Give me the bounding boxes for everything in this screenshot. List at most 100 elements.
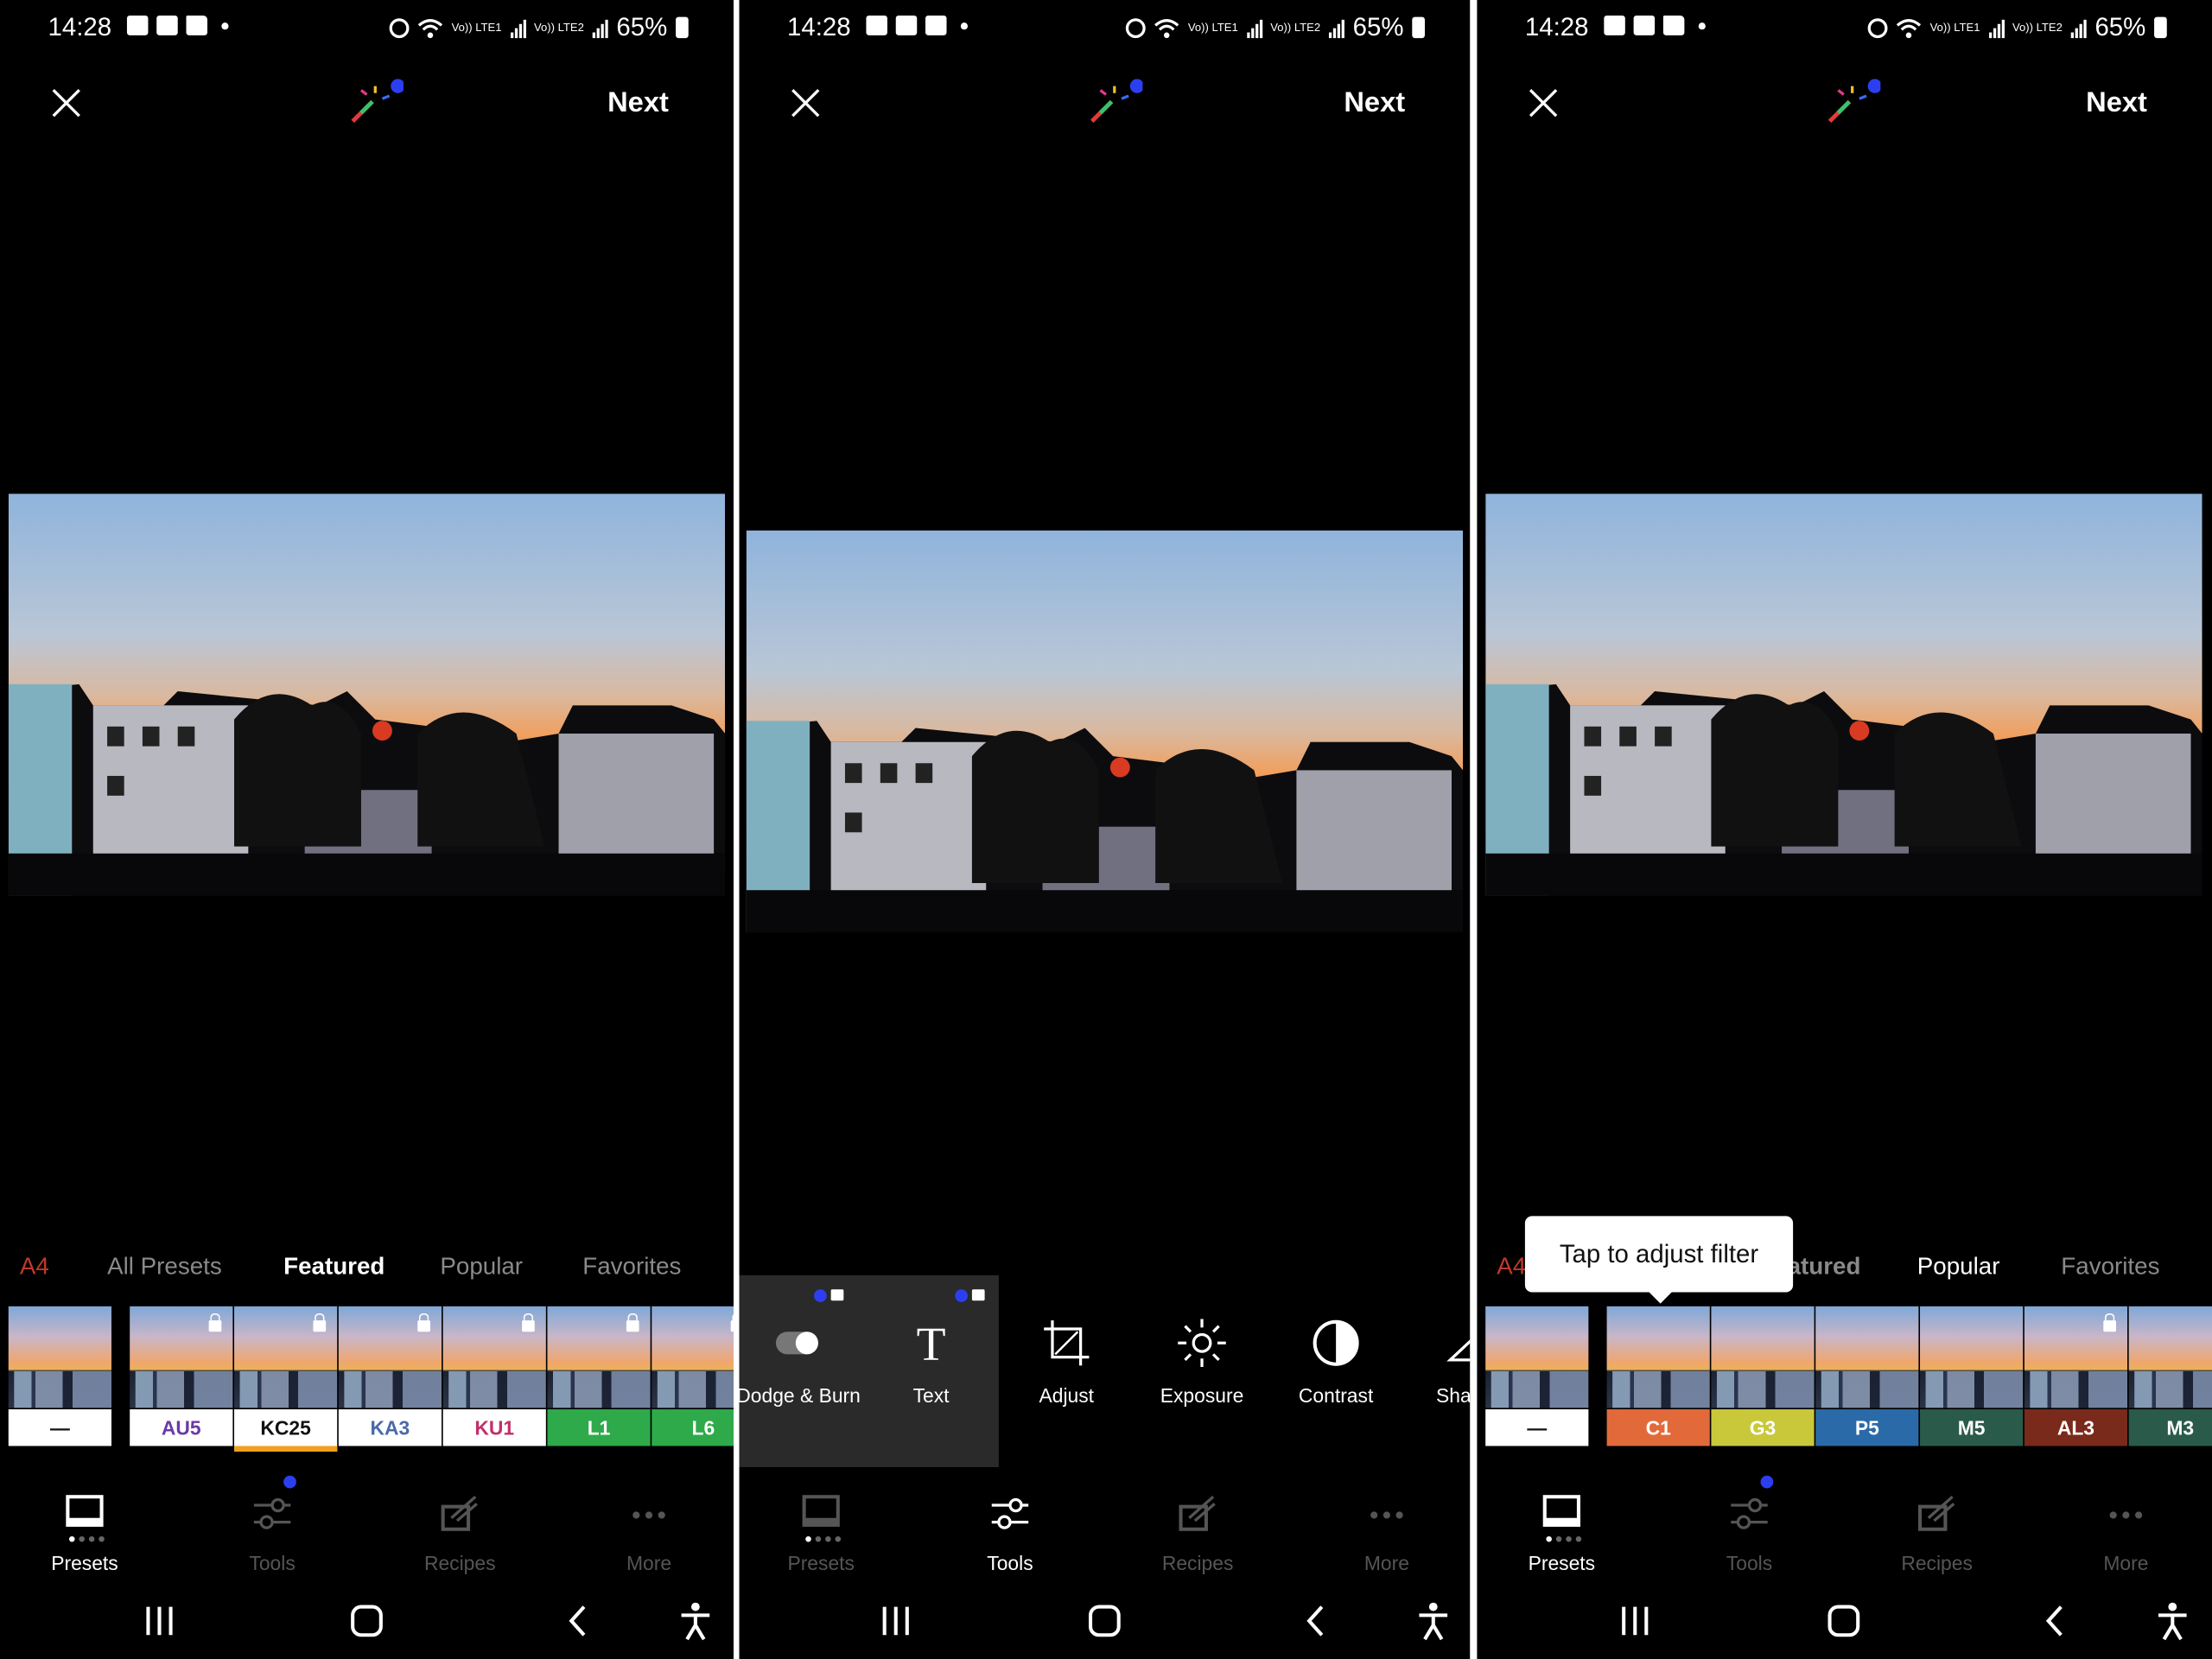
tab-favorites[interactable]: Favorites xyxy=(2061,1253,2159,1281)
lte1-label: Vo)) LTE1 xyxy=(1187,20,1238,34)
presets-icon xyxy=(66,1495,104,1527)
sliders-icon xyxy=(253,1497,291,1529)
sliders-icon xyxy=(1731,1497,1768,1529)
screen-presets-popular: 14:28 Vo)) LTE1 Vo)) LTE2 65% Next A4 at… xyxy=(1477,0,2212,1659)
preset-thumb[interactable]: M5 xyxy=(1920,1306,2024,1447)
preset-preview-image xyxy=(1606,1306,1710,1408)
home-icon[interactable] xyxy=(1084,1599,1126,1642)
preset-thumb[interactable]: L1 xyxy=(547,1306,651,1447)
preset-thumb[interactable]: C1 xyxy=(1606,1306,1710,1447)
recents-icon[interactable] xyxy=(138,1599,181,1642)
tool-adjust[interactable]: Adjust xyxy=(999,1275,1135,1467)
back-icon[interactable] xyxy=(2034,1599,2076,1642)
preset-preview-image xyxy=(8,1306,111,1408)
accessibility-icon[interactable] xyxy=(1412,1599,1454,1642)
preset-label: KA3 xyxy=(338,1409,442,1446)
back-icon[interactable] xyxy=(557,1599,600,1642)
preset-thumb[interactable]: AU5 xyxy=(130,1306,233,1447)
close-button[interactable] xyxy=(1528,87,1559,118)
tab-popular[interactable]: Popular xyxy=(440,1253,523,1281)
accessibility-icon[interactable] xyxy=(2152,1599,2194,1642)
signal1-icon xyxy=(510,17,526,38)
more-notifications-icon xyxy=(1698,22,1706,29)
preset-thumb[interactable]: G3 xyxy=(1711,1306,1815,1447)
preset-label: C1 xyxy=(1606,1409,1710,1446)
android-nav xyxy=(740,1597,1471,1648)
tab-popular[interactable]: Popular xyxy=(1917,1253,2000,1281)
next-button[interactable]: Next xyxy=(2086,87,2147,120)
crop-adjust-icon xyxy=(1044,1320,1090,1366)
sliders-icon xyxy=(991,1497,1029,1529)
lock-icon xyxy=(313,1313,327,1332)
lock-icon xyxy=(830,1289,844,1301)
tab-featured[interactable]: atured xyxy=(1788,1253,1861,1281)
close-button[interactable] xyxy=(790,87,821,118)
tools-badge xyxy=(1760,1475,1774,1489)
preset-thumb[interactable]: AL3 xyxy=(2024,1306,2128,1447)
more-dots-icon xyxy=(632,1511,665,1519)
photo-preview[interactable] xyxy=(1485,493,2202,896)
preset-thumb[interactable]: M3 xyxy=(2128,1306,2212,1447)
presets-icon xyxy=(802,1495,840,1527)
wifi-icon xyxy=(418,18,443,38)
preset-thumb[interactable]: L6 xyxy=(652,1306,734,1447)
folder-icon xyxy=(1662,15,1685,35)
close-button[interactable] xyxy=(51,87,82,118)
preset-thumb[interactable]: P5 xyxy=(1815,1306,1919,1447)
tooltip: Tap to adjust filter xyxy=(1524,1216,1794,1304)
tool-contrast[interactable]: Contrast xyxy=(1268,1275,1404,1467)
tab-a4[interactable]: A4 xyxy=(1497,1253,1526,1281)
preset-thumb[interactable]: KC25 xyxy=(234,1306,338,1452)
photo-preview[interactable] xyxy=(8,493,726,896)
bottom-nav: Presets Tools Recipes More xyxy=(0,1475,734,1583)
recipes-icon xyxy=(1179,1496,1216,1531)
gallery-icon xyxy=(126,15,149,35)
lte2-label: Vo)) LTE2 xyxy=(1270,20,1321,34)
accessibility-icon[interactable] xyxy=(674,1599,716,1642)
tool-dodge-burn[interactable]: Dodge & Burn xyxy=(740,1275,867,1467)
preset-thumb[interactable]: — xyxy=(1485,1306,1589,1447)
status-bar: 14:28 Vo)) LTE1 Vo)) LTE2 65% xyxy=(1477,11,2212,48)
contrast-icon xyxy=(1313,1319,1359,1366)
tool-exposure[interactable]: Exposure xyxy=(1135,1275,1270,1467)
preset-thumb[interactable]: KA3 xyxy=(338,1306,442,1447)
lock-icon xyxy=(626,1313,639,1332)
tools-row: Dodge & Burn T Text Adjust Exposure Cont… xyxy=(739,1274,1471,1467)
magic-wand-icon[interactable] xyxy=(1824,79,1881,127)
tab-featured[interactable]: Featured xyxy=(283,1253,385,1281)
battery-percent: 65% xyxy=(2094,12,2146,41)
preset-label: — xyxy=(8,1409,111,1446)
preset-preview-image xyxy=(1711,1306,1815,1408)
preset-label: AL3 xyxy=(2024,1409,2128,1446)
lock-icon xyxy=(417,1313,430,1332)
alarm-icon xyxy=(1867,17,1888,38)
tab-favorites[interactable]: Favorites xyxy=(582,1253,681,1281)
preset-label: G3 xyxy=(1711,1409,1815,1446)
preset-preview-image xyxy=(1920,1306,2024,1408)
preset-label: L6 xyxy=(652,1409,734,1446)
tool-sharpen[interactable]: Sha xyxy=(1402,1275,1471,1467)
tool-text[interactable]: T Text xyxy=(863,1275,999,1467)
preset-thumb[interactable]: — xyxy=(8,1306,111,1447)
next-button[interactable]: Next xyxy=(1344,87,1405,120)
alarm-icon xyxy=(1126,17,1146,38)
home-icon[interactable] xyxy=(1822,1599,1865,1642)
music-icon xyxy=(895,15,918,35)
photo-preview[interactable] xyxy=(746,530,1464,933)
status-time: 14:28 xyxy=(48,12,112,41)
signal2-icon xyxy=(2070,17,2087,38)
tab-a4[interactable]: A4 xyxy=(20,1253,49,1281)
back-icon[interactable] xyxy=(1295,1599,1338,1642)
preset-thumb[interactable]: KU1 xyxy=(442,1306,546,1447)
lte1-label: Vo)) LTE1 xyxy=(1929,20,1980,34)
recents-icon[interactable] xyxy=(874,1599,917,1642)
screen-presets-featured: 14:28 Vo)) LTE1 Vo)) LTE2 65% Next A4 Al… xyxy=(0,0,734,1659)
magic-wand-icon[interactable] xyxy=(1086,79,1143,127)
preset-label: P5 xyxy=(1815,1409,1919,1446)
home-icon[interactable] xyxy=(346,1599,388,1642)
recents-icon[interactable] xyxy=(1614,1599,1656,1642)
next-button[interactable]: Next xyxy=(607,87,669,120)
sun-icon xyxy=(1178,1319,1226,1368)
tab-all-presets[interactable]: All Presets xyxy=(107,1253,222,1281)
magic-wand-icon[interactable] xyxy=(347,79,404,127)
